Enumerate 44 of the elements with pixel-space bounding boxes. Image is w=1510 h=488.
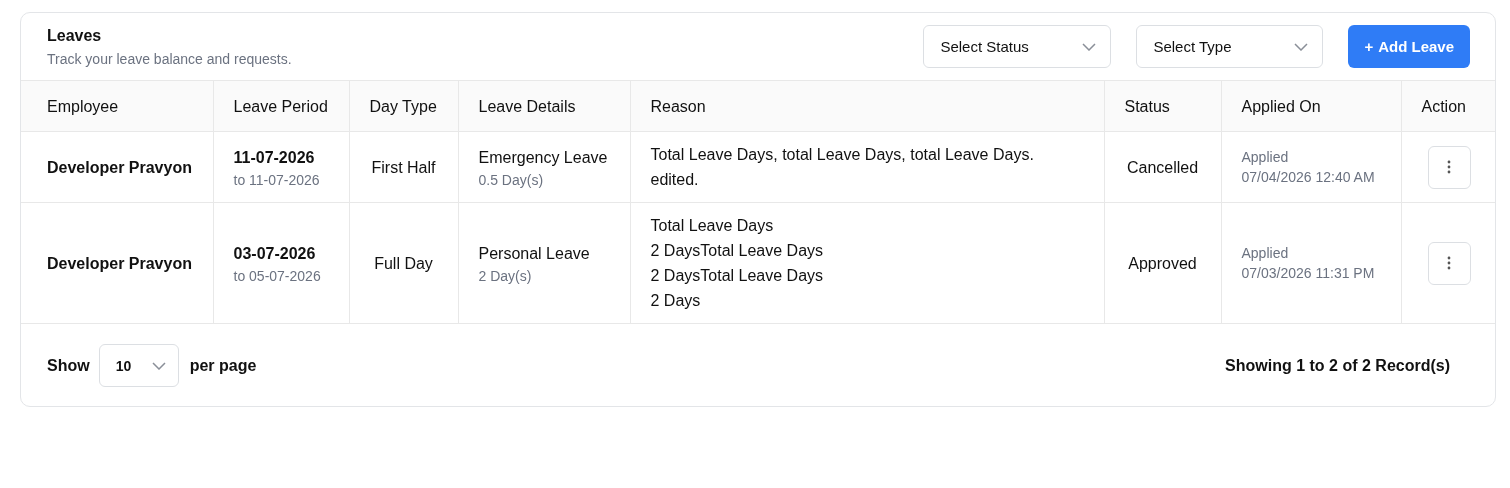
applied-date: 07/03/2026 11:31 PM [1241,264,1375,283]
employee-cell: Developer Pravyon [21,202,213,324]
chevron-down-icon [1294,42,1309,51]
leave-type: Emergency Leave [478,147,608,168]
page-title: Leaves [47,26,103,45]
more-vertical-icon [1447,160,1452,174]
row-actions-button[interactable] [1427,145,1471,189]
chevron-down-icon [151,361,166,370]
more-vertical-icon [1447,256,1452,270]
column-header: Leave Period [213,80,349,132]
reason-cell: Total Leave Days 2 DaysTotal Leave Days 2 DaysTotal Leave Days 2 Days [630,202,1104,324]
column-header: Leave Details [458,80,630,132]
per-page-label: per page [189,356,257,375]
day-type-cell: First Half [349,131,458,203]
row-actions-button[interactable] [1427,241,1471,285]
leave-days: 2 Day(s) [478,265,532,286]
applied-label: Applied [1241,148,1289,167]
applied-date: 07/04/2026 12:40 AM [1241,168,1375,187]
leave-start-date: 03-07-2026 [233,243,316,264]
status-cell: Cancelled [1104,131,1221,203]
column-header: Reason [630,80,1104,132]
reason-cell: Total Leave Days, total Leave Days, total Leave Days. edited. [630,131,1104,203]
leave-type: Personal Leave [478,243,590,264]
column-header: Status [1104,80,1221,132]
applied-label: Applied [1241,244,1289,263]
leave-end-date: to 05-07-2026 [233,266,321,286]
column-header: Applied On [1221,80,1401,132]
column-header: Action [1401,80,1495,132]
chevron-down-icon [1082,42,1097,51]
employee-cell: Developer Pravyon [21,131,213,203]
day-type-cell: Full Day [349,202,458,324]
records-summary: Showing 1 to 2 of 2 Record(s) [1225,356,1450,375]
add-leave-button[interactable]: + Add Leave [1348,25,1470,68]
filter-dropdown[interactable]: Select Type [1136,25,1324,68]
column-header: Day Type [349,80,458,132]
page-size-dropdown[interactable]: 10 [98,344,179,387]
leave-start-date: 11-07-2026 [233,147,315,168]
status-cell: Approved [1104,202,1221,324]
show-label: Show [47,356,90,375]
column-header: Employee [21,80,213,132]
leave-end-date: to 11-07-2026 [233,170,320,190]
leave-days: 0.5 Day(s) [478,169,544,190]
page-subtitle: Track your leave balance and requests. [47,50,293,67]
filter-dropdown[interactable]: Select Status [923,25,1112,68]
